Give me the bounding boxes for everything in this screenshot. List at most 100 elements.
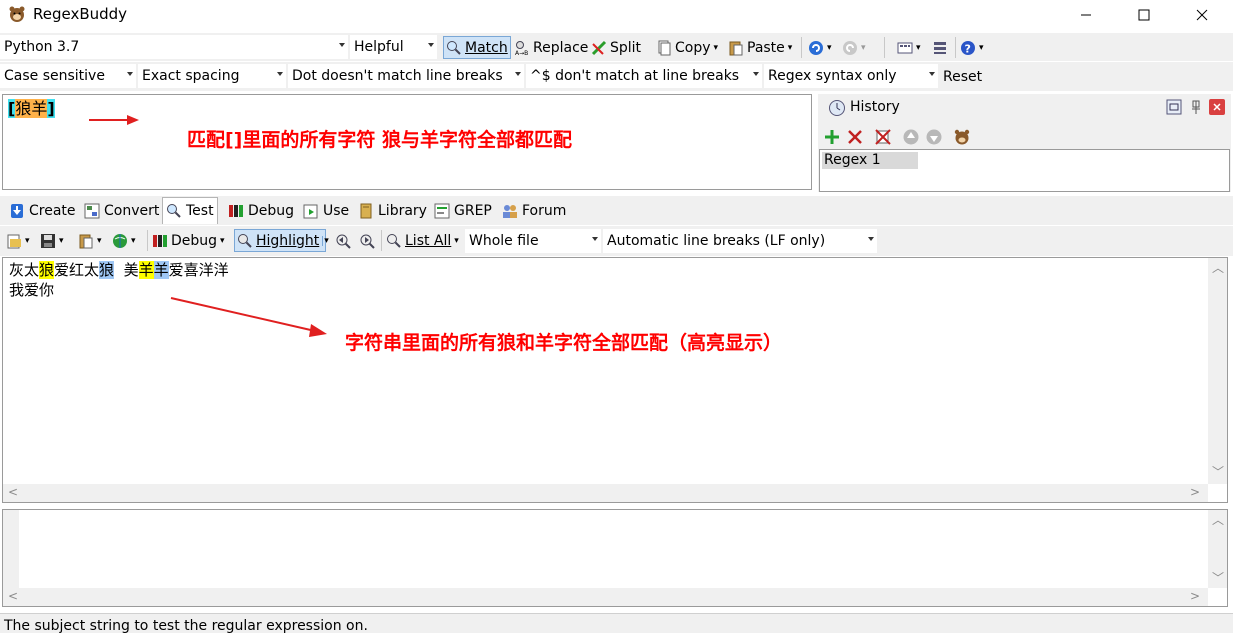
tab-debug[interactable]: Debug <box>225 199 297 223</box>
magnifier-icon <box>238 233 252 248</box>
close-button[interactable] <box>1179 0 1225 30</box>
minimize-button[interactable] <box>1063 0 1109 30</box>
spacing-select[interactable]: Exact spacing <box>138 64 286 88</box>
subject-vertical-scrollbar[interactable]: ︿ ﹀ <box>1208 258 1227 484</box>
tab-grep[interactable]: GREP <box>431 199 495 223</box>
anchors-select[interactable]: ^$ don't match at line breaks <box>526 64 762 88</box>
move-down-icon[interactable] <box>925 128 943 146</box>
zoom-previous-icon <box>336 234 351 249</box>
debug-icon <box>153 234 167 247</box>
list-all-button[interactable]: List All ▾ <box>384 229 460 252</box>
open-file-button[interactable]: ▾ <box>4 229 36 252</box>
tab-create[interactable]: Create <box>6 199 79 223</box>
subject-horizontal-scrollbar[interactable]: < > <box>3 484 1208 502</box>
toolbar-separator <box>381 230 382 251</box>
clear-history-icon[interactable] <box>874 128 892 146</box>
scroll-right-icon[interactable]: > <box>1190 486 1200 498</box>
help-button[interactable]: ? ▾ <box>958 36 990 59</box>
replace-button[interactable]: A→B Replace <box>512 36 588 59</box>
line-break-select[interactable]: Automatic line breaks (LF only) <box>603 229 877 253</box>
reset-button[interactable]: Reset <box>941 65 985 88</box>
panels-button[interactable] <box>930 36 952 59</box>
copy-icon <box>658 40 671 55</box>
previous-match-button[interactable] <box>333 229 355 252</box>
dot-select[interactable]: Dot doesn't match line breaks <box>288 64 524 88</box>
regex-editor[interactable]: [狼羊] 匹配[]里面的所有字符 狼与羊字符全部都匹配 <box>2 94 812 190</box>
chevron-down-icon <box>277 72 283 76</box>
web-button[interactable]: ▾ <box>110 229 144 252</box>
regex-close-bracket: ] <box>47 99 55 118</box>
add-history-icon[interactable] <box>823 128 841 146</box>
pin-icon[interactable] <box>1188 99 1204 115</box>
magnifier-icon <box>387 233 401 248</box>
move-up-icon[interactable] <box>902 128 920 146</box>
redo-button[interactable]: ▾ <box>840 36 872 59</box>
close-panel-icon[interactable] <box>1209 99 1225 115</box>
case-select[interactable]: Case sensitive <box>0 64 136 88</box>
history-list[interactable]: Regex 1 <box>819 149 1230 192</box>
results-horizontal-scrollbar[interactable]: < > <box>3 588 1208 606</box>
window-title: RegexBuddy <box>33 5 128 23</box>
syntax-select[interactable]: Regex syntax only <box>764 64 938 88</box>
scroll-down-icon[interactable]: ﹀ <box>1212 466 1224 478</box>
paste-button[interactable]: Paste ▾ <box>726 36 796 59</box>
split-button[interactable]: Split <box>589 36 641 59</box>
chevron-down-icon: ▾ <box>131 235 136 246</box>
redo-icon <box>843 40 857 55</box>
chevron-down-icon: ▾ <box>827 42 832 53</box>
paste-icon <box>729 41 743 55</box>
next-match-button[interactable] <box>357 229 379 252</box>
chevron-down-icon <box>127 72 133 76</box>
scroll-right-icon[interactable]: > <box>1190 590 1200 602</box>
scroll-left-icon[interactable]: < <box>8 590 18 602</box>
chevron-down-icon: ▾ <box>25 235 30 246</box>
subject-segment: 灰太 <box>9 261 40 279</box>
test-toolbar: ▾ ▾ ▾ ▾ Debug ▾ Highlight ▾ List All ▾ Whol… <box>0 226 1233 256</box>
tab-forum[interactable]: Forum <box>499 199 569 223</box>
toolbar-separator <box>884 37 885 58</box>
tab-use[interactable]: Use <box>300 199 352 223</box>
save-icon <box>41 233 55 248</box>
buddy-icon[interactable] <box>953 128 971 146</box>
paste-label: Paste <box>747 39 785 56</box>
undo-button[interactable]: ▾ <box>806 36 838 59</box>
chevron-down-icon <box>428 43 434 47</box>
minimize-icon <box>1081 14 1091 16</box>
convert-icon <box>84 203 100 219</box>
history-item[interactable]: Regex 1 <box>822 152 918 169</box>
scope-select[interactable]: Whole file <box>465 229 601 253</box>
scroll-up-icon[interactable]: ︿ <box>1212 262 1224 274</box>
regex-text: [狼羊] <box>8 98 55 120</box>
tab-convert[interactable]: Convert <box>81 199 162 223</box>
helpfulness-value: Helpful <box>354 39 404 55</box>
tab-debug-label: Debug <box>248 203 295 219</box>
tab-library[interactable]: Library <box>355 199 430 223</box>
maximize-button[interactable] <box>1121 0 1167 30</box>
subject-segment: 美 <box>114 261 139 279</box>
highlight-button[interactable]: Highlight ▾ <box>234 229 329 252</box>
chevron-down-icon: ▾ <box>979 42 984 53</box>
flavor-select[interactable]: Python 3.7 <box>0 35 348 59</box>
layout-button[interactable]: ▾ <box>895 36 925 59</box>
open-file-icon <box>7 234 21 248</box>
tab-test[interactable]: Test <box>162 197 218 224</box>
results-pane[interactable]: ︿ ﹀ < > <box>2 509 1228 607</box>
results-vertical-scrollbar[interactable]: ︿ ﹀ <box>1208 510 1227 588</box>
globe-icon <box>113 233 127 248</box>
debug-button[interactable]: Debug ▾ <box>150 229 230 252</box>
delete-history-icon[interactable] <box>846 128 864 146</box>
restore-panel-icon[interactable] <box>1166 99 1182 115</box>
magnifier-icon <box>167 204 181 218</box>
scroll-left-icon[interactable]: < <box>8 486 18 498</box>
paste-subject-button[interactable]: ▾ <box>76 229 108 252</box>
help-icon: ? <box>961 40 975 55</box>
match-button[interactable]: Match <box>443 36 511 59</box>
helpfulness-select[interactable]: Helpful <box>350 35 437 59</box>
results-gutter <box>3 510 19 588</box>
scroll-down-icon[interactable]: ﹀ <box>1212 572 1224 584</box>
tab-bar: Create Convert Test Debug Use Library GR… <box>0 196 1233 225</box>
copy-button[interactable]: Copy ▾ <box>654 36 720 59</box>
scroll-up-icon[interactable]: ︿ <box>1212 514 1224 526</box>
save-button[interactable]: ▾ <box>38 229 70 252</box>
test-subject-editor[interactable]: 灰太狼爱红太狼 美羊羊爱喜洋洋 我爱你 字符串里面的所有狼和羊字符全部匹配（高亮… <box>2 257 1228 503</box>
